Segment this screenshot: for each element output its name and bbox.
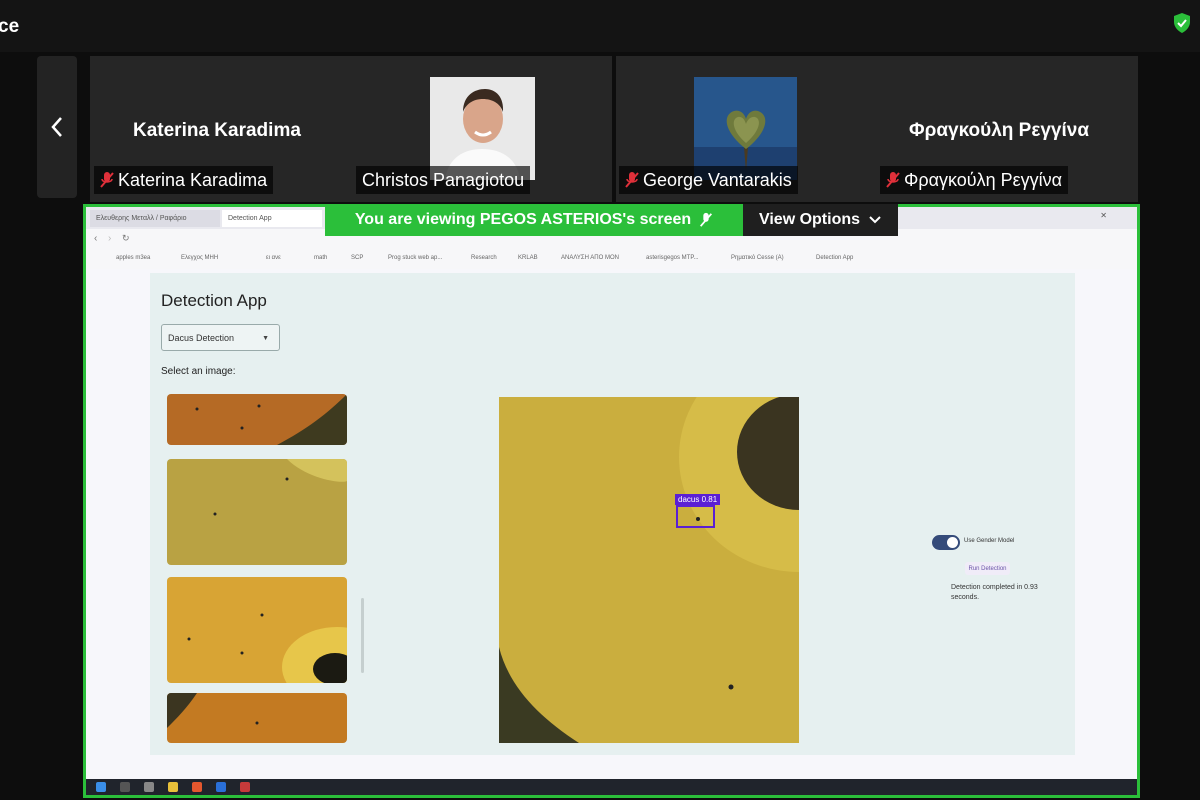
gender-model-label: Use Gender Model — [964, 538, 1015, 544]
gender-model-toggle[interactable] — [932, 535, 960, 550]
caret-down-icon: ▼ — [262, 335, 269, 342]
forward-icon[interactable]: › — [108, 233, 111, 244]
bookmark-item[interactable]: Ρηματικό Cesse (A) — [731, 255, 784, 261]
shared-screen[interactable]: Ελευθερης Μεταλλ / Ραφάριο Detection App… — [83, 204, 1140, 798]
chevron-down-icon — [869, 216, 881, 224]
bookmarks-bar: apples m3ea Ελεγχος ΜΗΗ ει ανε math SCP … — [86, 251, 1137, 270]
back-icon[interactable]: ‹ — [94, 233, 97, 244]
app-icon[interactable] — [216, 782, 226, 792]
windows-taskbar — [86, 779, 1137, 795]
thumbnail-scrollbar[interactable] — [361, 598, 364, 673]
browser-tab-active[interactable]: Detection App — [222, 210, 322, 227]
participant-avatar-photo — [430, 77, 535, 180]
meeting-top-bar: ce — [0, 0, 1200, 52]
app-title: ce — [0, 16, 20, 37]
app-icon[interactable] — [240, 782, 250, 792]
muted-mic-icon — [700, 212, 713, 227]
bookmark-item[interactable]: Ελεγχος ΜΗΗ — [181, 255, 218, 261]
muted-mic-icon — [625, 172, 639, 188]
detection-result-image: dacus 0.81 — [499, 397, 799, 743]
bookmark-item[interactable]: KRLAB — [518, 255, 538, 261]
previous-page-button[interactable] — [37, 56, 77, 198]
shield-check-icon[interactable] — [1172, 12, 1192, 34]
windows-start-icon[interactable] — [96, 782, 106, 792]
bookmark-item[interactable]: apples m3ea — [116, 255, 150, 261]
select-image-label: Select an image: — [161, 366, 236, 377]
image-thumbnail[interactable] — [167, 394, 347, 445]
task-view-icon[interactable] — [144, 782, 154, 792]
search-icon[interactable] — [120, 782, 130, 792]
participant-name-tag: Christos Panagiotou — [356, 166, 531, 194]
file-explorer-icon[interactable] — [168, 782, 178, 792]
participant-avatar-photo — [694, 77, 797, 180]
detection-status: Detection completed in 0.93 seconds. — [951, 584, 1038, 601]
browser-tab[interactable]: Ελευθερης Μεταλλ / Ραφάριο — [90, 210, 220, 227]
bookmark-item[interactable]: math — [314, 255, 327, 261]
detection-label: dacus 0.81 — [675, 494, 721, 505]
reload-icon[interactable]: ↻ — [122, 233, 130, 244]
bookmark-item[interactable]: asterisgegos MTP... — [646, 255, 699, 261]
bookmark-item[interactable]: ΑΝΑΛΥΣΗ ΑΠΟ ΜΟΝ — [561, 255, 619, 261]
brave-browser-icon[interactable] — [192, 782, 202, 792]
participant-name-tag: Φραγκούλη Ρεγγίνα — [880, 166, 1069, 194]
bookmark-item[interactable]: Research — [471, 255, 497, 261]
participant-name-large: Φραγκούλη Ρεγγίνα — [909, 120, 1090, 141]
close-window-icon[interactable]: ✕ — [1100, 211, 1107, 220]
detection-app-panel: Detection App Dacus Detection ▼ Select a… — [150, 273, 1075, 755]
participant-name-large: Katerina Karadima — [133, 120, 301, 141]
model-select[interactable]: Dacus Detection ▼ — [161, 324, 280, 351]
muted-mic-icon — [100, 172, 114, 188]
participant-name-tag: George Vantarakis — [619, 166, 798, 194]
bookmark-item[interactable]: Detection App — [816, 255, 853, 261]
participant-name-tag: Katerina Karadima — [94, 166, 274, 194]
bookmark-item[interactable]: Prog stuck web ap... — [388, 255, 442, 261]
screen-share-banner: You are viewing PEGOS ASTERIOS's screen — [325, 204, 743, 236]
muted-mic-icon — [886, 172, 900, 188]
view-options-button[interactable]: View Options — [743, 204, 898, 236]
detection-bounding-box — [676, 505, 715, 528]
bookmark-item[interactable]: ει ανε — [266, 255, 281, 261]
bookmark-item[interactable]: SCP — [351, 255, 363, 261]
chevron-left-icon — [51, 117, 62, 137]
run-detection-button[interactable]: Run Detection — [965, 562, 1010, 575]
image-thumbnail[interactable] — [167, 459, 347, 565]
page-title: Detection App — [161, 291, 267, 310]
image-thumbnail[interactable] — [167, 577, 347, 683]
browser-page: Detection App Dacus Detection ▼ Select a… — [86, 269, 1137, 779]
image-thumbnail[interactable] — [167, 693, 347, 743]
